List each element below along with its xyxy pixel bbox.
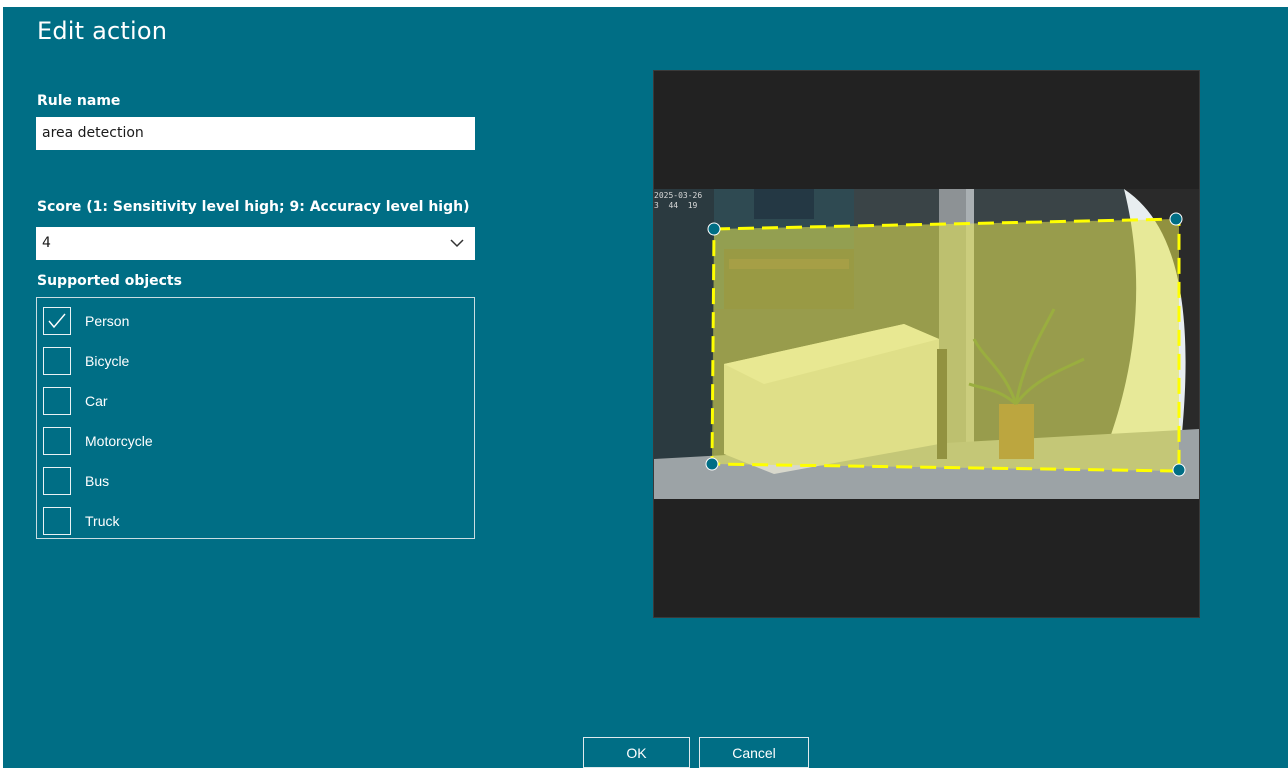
dialog-title: Edit action	[37, 17, 168, 45]
object-label: Bus	[85, 473, 110, 489]
supported-objects-label: Supported objects	[37, 273, 182, 289]
object-label: Truck	[85, 513, 120, 529]
camera-preview-panel: 2025-03-26 3 44 19	[653, 70, 1200, 618]
object-item-motorcycle[interactable]: Motorcycle	[43, 425, 153, 457]
zone-handle-top-right	[1169, 212, 1183, 226]
checkmark-icon	[48, 313, 66, 329]
car-checkbox[interactable]	[43, 387, 71, 415]
object-item-truck[interactable]: Truck	[43, 505, 119, 537]
bus-checkbox[interactable]	[43, 467, 71, 495]
object-label: Person	[85, 313, 130, 329]
motorcycle-checkbox[interactable]	[43, 427, 71, 455]
object-label: Bicycle	[85, 353, 130, 369]
object-item-bicycle[interactable]: Bicycle	[43, 345, 129, 377]
score-label: Score (1: Sensitivity level high; 9: Acc…	[37, 199, 470, 215]
rule-name-input[interactable]: area detection	[36, 117, 475, 150]
score-select[interactable]: 4	[36, 227, 475, 260]
object-item-bus[interactable]: Bus	[43, 465, 109, 497]
supported-objects-list: Person Bicycle Car Motorcycle Bus Truck	[36, 297, 475, 539]
object-label: Motorcycle	[85, 433, 153, 449]
person-checkbox[interactable]	[43, 307, 71, 335]
chevron-down-icon	[449, 227, 465, 273]
object-item-car[interactable]: Car	[43, 385, 108, 417]
zone-handle-top-left	[707, 222, 721, 236]
detection-zone-fill	[712, 219, 1179, 471]
truck-checkbox[interactable]	[43, 507, 71, 535]
bicycle-checkbox[interactable]	[43, 347, 71, 375]
ok-button[interactable]: OK	[583, 737, 690, 768]
score-selected-value: 4	[42, 235, 51, 251]
timestamp-time: 3 44 19	[654, 201, 698, 210]
rule-name-label: Rule name	[37, 93, 121, 109]
timestamp-date: 2025-03-26	[654, 191, 703, 200]
object-item-person[interactable]: Person	[43, 305, 129, 337]
zone-handle-bottom-left	[705, 457, 719, 471]
edit-action-dialog: Edit action Rule name area detection Sco…	[3, 7, 1288, 768]
camera-frame: 2025-03-26 3 44 19	[654, 189, 1199, 499]
camera-timestamp: 2025-03-26 3 44 19	[654, 191, 702, 211]
cancel-button[interactable]: Cancel	[699, 737, 809, 768]
object-label: Car	[85, 393, 108, 409]
camera-scene	[654, 189, 1199, 499]
zone-handle-bottom-right	[1172, 463, 1186, 477]
